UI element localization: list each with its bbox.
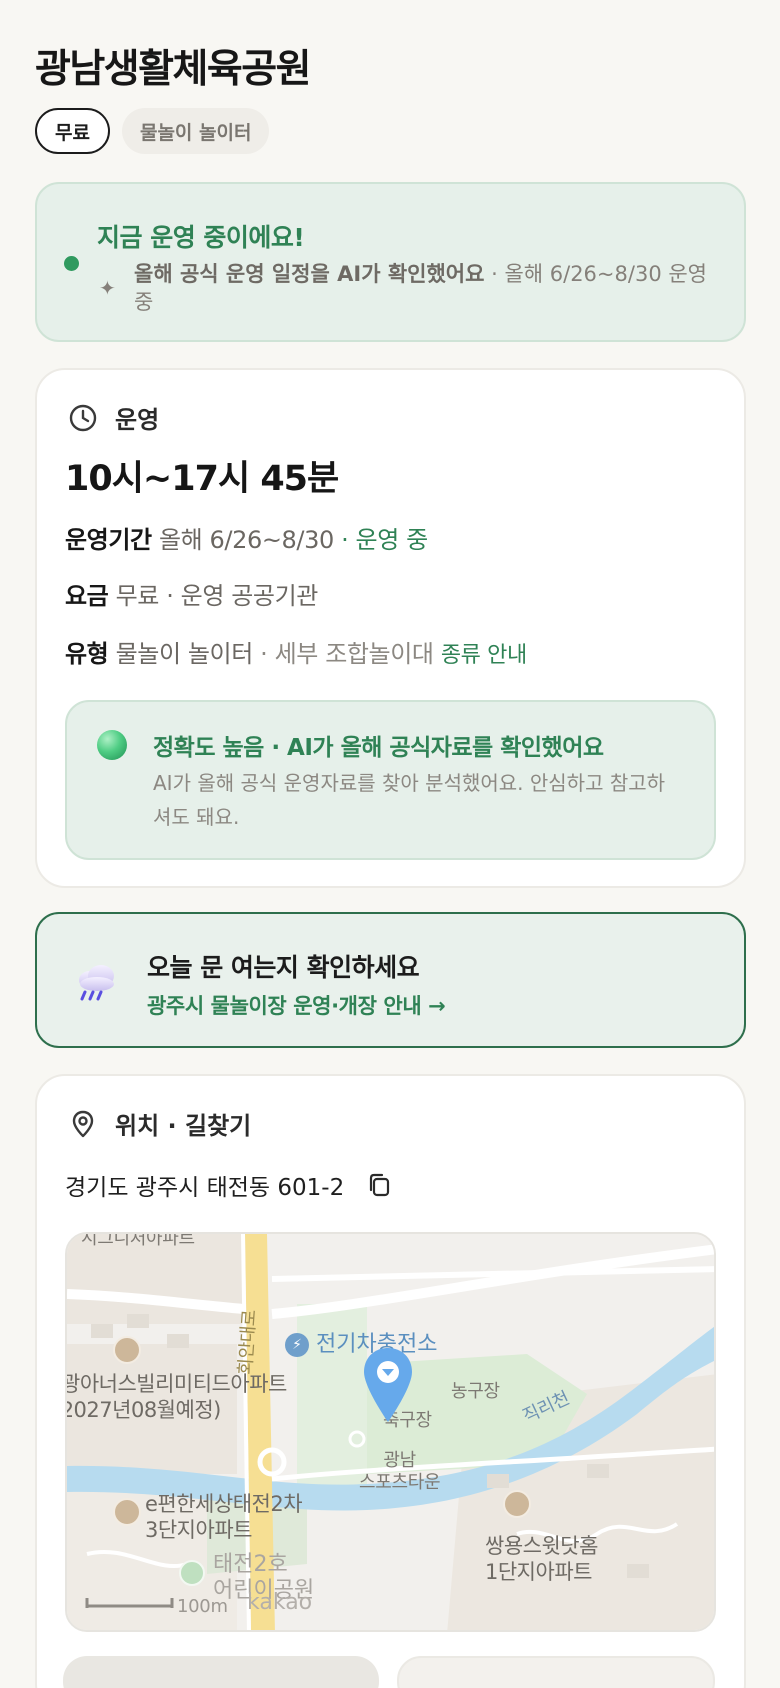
- status-ai-note: 올해 공식 운영 일정을 AI가 확인했어요: [134, 262, 485, 286]
- location-section-header: 위치 · 길찾기: [67, 1106, 251, 1141]
- type-detail: · 세부 조합놀이대: [252, 640, 434, 668]
- map-label-top-apartment: 시그니처아파트: [81, 1232, 195, 1249]
- period-row: 운영기간 올해 6/26~8/30 · 운영 중: [65, 520, 428, 555]
- ev-charger-icon: ⚡: [285, 1333, 309, 1357]
- open-check-title: 오늘 문 여는지 확인하세요: [147, 953, 420, 982]
- park-marker-icon: [179, 1560, 205, 1586]
- period-status: · 운영 중: [333, 526, 428, 554]
- map-label-ssangyong-2: 1단지아파트: [485, 1560, 592, 1584]
- status-title: 지금 운영 중이에요!: [97, 223, 305, 252]
- map-scale-label: 100m: [177, 1596, 228, 1617]
- location-pin-icon[interactable]: [361, 1346, 415, 1426]
- open-check-link[interactable]: 광주시 물놀이장 운영·개장 안내 →: [147, 990, 446, 1020]
- apartment-marker-icon: [113, 1336, 141, 1364]
- status-dot-icon: [64, 256, 79, 271]
- fee-key: 요금: [65, 582, 109, 610]
- copy-icon[interactable]: [364, 1170, 394, 1200]
- operating-status-card: 지금 운영 중이에요! ✦ 올해 공식 운영 일정을 AI가 확인했어요 · 올…: [35, 182, 746, 342]
- map-label-park-1: 태전2호: [213, 1552, 288, 1577]
- period-key: 운영기간: [65, 526, 152, 554]
- chip-water-playground[interactable]: 물놀이 놀이터: [121, 108, 270, 154]
- map-label-basketball: 농구장: [451, 1381, 500, 1402]
- fee-value: 무료 · 운영 공공기관: [115, 582, 319, 610]
- type-row: 유형 물놀이 놀이터 · 세부 조합놀이대 종류 안내: [65, 634, 527, 669]
- map-pin-icon: [67, 1108, 99, 1140]
- status-detail: 올해 공식 운영 일정을 AI가 확인했어요 · 올해 6/26~8/30 운영…: [134, 260, 724, 316]
- bottom-action-right[interactable]: [397, 1656, 715, 1688]
- tag-chips: 무료 물놀이 놀이터: [35, 108, 270, 154]
- accuracy-orb-icon: [97, 730, 127, 760]
- rain-cloud-icon: [79, 965, 114, 1001]
- location-card: 위치 · 길찾기 경기도 광주시 태전동 601-2 시그니처아파트 ⚡ 전기차…: [35, 1074, 746, 1688]
- map-label-sports-town-1: 광남: [383, 1450, 416, 1471]
- accuracy-box: 정확도 높음 · AI가 올해 공식자료를 확인했어요 AI가 올해 공식 운영…: [65, 700, 716, 860]
- location-map[interactable]: 시그니처아파트 ⚡ 전기차충전소 광아너스빌리미티드아파트 (2027년08월예…: [65, 1232, 716, 1632]
- apartment-marker-icon-3: [503, 1490, 531, 1518]
- address-text: 경기도 광주시 태전동 601-2: [65, 1175, 345, 1201]
- clock-icon: [67, 402, 99, 434]
- operating-hours: 10시~17시 45분: [65, 459, 339, 499]
- bottom-action-left[interactable]: [63, 1656, 379, 1688]
- map-label-road: 회안대로: [235, 1309, 261, 1376]
- kakao-logo: kakao: [247, 1590, 313, 1615]
- sparkle-icon: ✦: [99, 276, 116, 300]
- map-label-efeel-2: 3단지아파트: [145, 1518, 252, 1542]
- map-label-sports-town: 광남 스포츠타운: [359, 1450, 441, 1494]
- map-label-apartment-left-2: (2027년08월예정): [65, 1398, 221, 1422]
- hours-card: 운영 10시~17시 45분 운영기간 올해 6/26~8/30 · 운영 중 …: [35, 368, 746, 888]
- map-label-sports-town-2: 스포츠타운: [359, 1472, 441, 1493]
- apartment-marker-icon-2: [113, 1498, 141, 1526]
- address-row: 경기도 광주시 태전동 601-2: [65, 1168, 394, 1202]
- type-value: 물놀이 놀이터: [115, 640, 254, 668]
- fee-row: 요금 무료 · 운영 공공기관: [65, 576, 318, 611]
- page-title: 광남생활체육공원: [35, 47, 312, 92]
- open-check-banner[interactable]: 오늘 문 여는지 확인하세요 광주시 물놀이장 운영·개장 안내 →: [35, 912, 746, 1048]
- hours-section-label: 운영: [115, 406, 160, 434]
- map-background: [67, 1234, 714, 1630]
- accuracy-title: 정확도 높음 · AI가 올해 공식자료를 확인했어요: [153, 735, 604, 761]
- period-value: 올해 6/26~8/30: [158, 526, 334, 554]
- accuracy-text: AI가 올해 공식 운영자료를 찾아 분석했어요. 안심하고 참고하셔도 돼요.: [153, 771, 666, 829]
- type-key: 유형: [65, 640, 109, 668]
- location-section-label: 위치 · 길찾기: [115, 1112, 252, 1140]
- hours-section-header: 운영: [67, 400, 159, 435]
- chip-free[interactable]: 무료: [35, 108, 110, 154]
- type-guide-link[interactable]: 종류 안내: [441, 643, 527, 668]
